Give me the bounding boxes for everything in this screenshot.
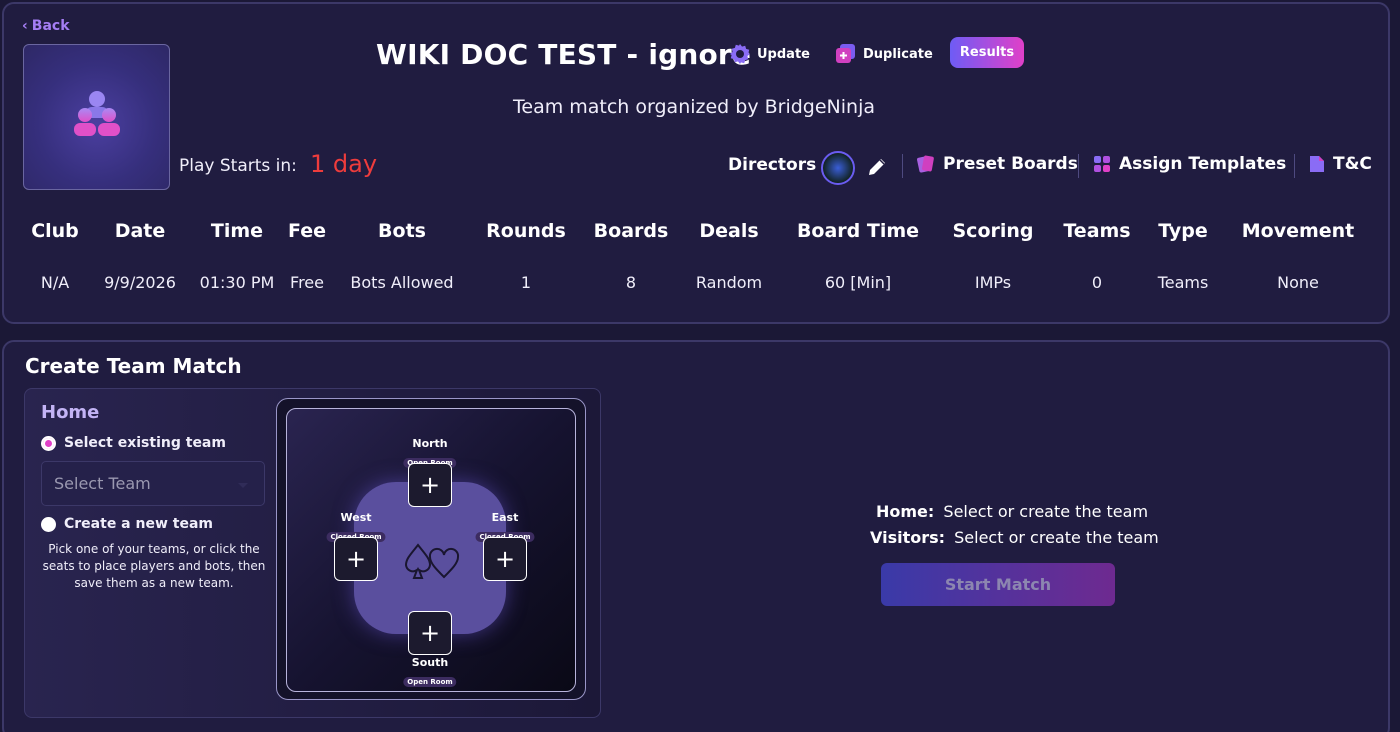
table-cell: 1: [520, 273, 532, 292]
table-cell: 60 [Min]: [824, 273, 892, 292]
update-button[interactable]: Update: [728, 42, 810, 66]
cards-icon: [916, 154, 936, 174]
home-status-value: Select or create the team: [943, 502, 1149, 521]
visitors-status: Visitors: Select or create the team: [870, 528, 1159, 547]
column-header: Board Time: [796, 220, 920, 242]
help-text: Pick one of your teams, or click the sea…: [42, 542, 266, 590]
seat-south-add-button[interactable]: +: [408, 611, 452, 655]
team-icon: [74, 91, 120, 136]
table-cell: 8: [625, 273, 637, 292]
preset-boards-label: Preset Boards: [943, 154, 1078, 174]
pencil-icon[interactable]: [866, 156, 888, 182]
divider: [902, 154, 903, 178]
play-starts-label: Play Starts in:: [179, 156, 297, 176]
home-team-card: Home Select existing team Select Team Cr…: [24, 388, 601, 718]
play-starts-countdown: 1 day: [310, 150, 378, 178]
select-existing-team-radio[interactable]: Select existing team: [41, 435, 226, 451]
divider: [1078, 154, 1079, 178]
terms-link[interactable]: T&C: [1308, 154, 1372, 174]
update-label: Update: [757, 46, 810, 62]
column-header: Club: [31, 220, 79, 242]
match-info-panel: ‹ Back WIKI DOC TEST - ignore Update Dup…: [2, 2, 1390, 324]
radio-label: Create a new team: [64, 516, 213, 532]
visitors-status-value: Select or create the team: [954, 528, 1159, 547]
organizer-subtitle: Team match organized by BridgeNinja: [513, 96, 876, 118]
seat-name: West: [340, 511, 372, 524]
home-status-label: Home:: [876, 502, 935, 521]
seat-east-add-button[interactable]: +: [483, 537, 527, 581]
duplicate-icon: [834, 42, 858, 66]
back-link[interactable]: ‹ Back: [22, 18, 70, 34]
bridge-table: North Open Room + West Closed Room + Eas…: [276, 398, 586, 700]
director-avatar[interactable]: [821, 151, 855, 185]
column-header: Rounds: [486, 220, 566, 242]
event-image: [23, 44, 170, 190]
column-header: Movement: [1241, 220, 1355, 242]
table-cell: 01:30 PM: [199, 273, 275, 292]
column-header: Date: [114, 220, 166, 242]
column-header: Fee: [288, 220, 326, 242]
column-header: Scoring: [952, 220, 1034, 242]
assign-templates-link[interactable]: Assign Templates: [1092, 154, 1286, 174]
table-cell: 9/9/2026: [104, 273, 176, 292]
column-header: Deals: [699, 220, 759, 242]
table-cell: 0: [1091, 273, 1103, 292]
seat-name: North: [412, 437, 448, 450]
visitors-status-label: Visitors:: [870, 528, 946, 547]
back-label: Back: [31, 18, 70, 34]
start-match-button[interactable]: Start Match: [881, 563, 1115, 606]
seat-label-south: South Open Room: [403, 656, 457, 688]
divider: [1294, 154, 1295, 178]
column-header: Time: [210, 220, 264, 242]
column-header: Teams: [1063, 220, 1131, 242]
directors-label: Directors: [728, 155, 817, 175]
grid-icon: [1092, 154, 1112, 174]
column-header: Type: [1158, 220, 1208, 242]
radio-selected: [41, 435, 56, 451]
document-icon: [1308, 154, 1326, 174]
table-cell: N/A: [40, 273, 70, 292]
seat-name: South: [411, 656, 449, 669]
bridge-table-inner: North Open Room + West Closed Room + Eas…: [286, 408, 576, 692]
column-header: Boards: [593, 220, 669, 242]
team-select[interactable]: Select Team: [41, 461, 265, 506]
radio-label: Select existing team: [64, 435, 226, 451]
column-header: Bots: [378, 220, 426, 242]
duplicate-button[interactable]: Duplicate: [834, 42, 933, 66]
table-cell: None: [1277, 273, 1319, 292]
seat-north-add-button[interactable]: +: [408, 463, 452, 507]
create-match-panel: Create Team Match Home Select existing t…: [2, 340, 1390, 732]
chevron-down-icon: [238, 483, 248, 488]
radio-unselected: [41, 516, 56, 532]
section-title: Create Team Match: [25, 354, 242, 378]
preset-boards-link[interactable]: Preset Boards: [916, 154, 1078, 174]
table-cell: Random: [695, 273, 763, 292]
create-new-team-radio[interactable]: Create a new team: [41, 516, 213, 532]
room-badge: Open Room: [403, 677, 457, 687]
results-button[interactable]: Results: [950, 37, 1024, 68]
table-cell: Free: [290, 273, 324, 292]
seat-name: East: [491, 511, 519, 524]
seat-west-add-button[interactable]: +: [334, 537, 378, 581]
table-cell: Bots Allowed: [350, 273, 454, 292]
title-row: WIKI DOC TEST - ignore: [376, 34, 751, 74]
page-title: WIKI DOC TEST - ignore: [376, 37, 752, 71]
home-status: Home: Select or create the team: [876, 502, 1148, 521]
table-cell: IMPs: [974, 273, 1012, 292]
spade-heart-icon: [404, 543, 460, 579]
chevron-left-icon: ‹: [22, 18, 28, 34]
terms-label: T&C: [1333, 154, 1372, 174]
assign-templates-label: Assign Templates: [1119, 154, 1287, 174]
table-cell: Teams: [1157, 273, 1209, 292]
gear-icon: [728, 42, 752, 66]
team-select-placeholder: Select Team: [54, 474, 151, 493]
home-title: Home: [41, 402, 100, 423]
duplicate-label: Duplicate: [863, 46, 933, 62]
